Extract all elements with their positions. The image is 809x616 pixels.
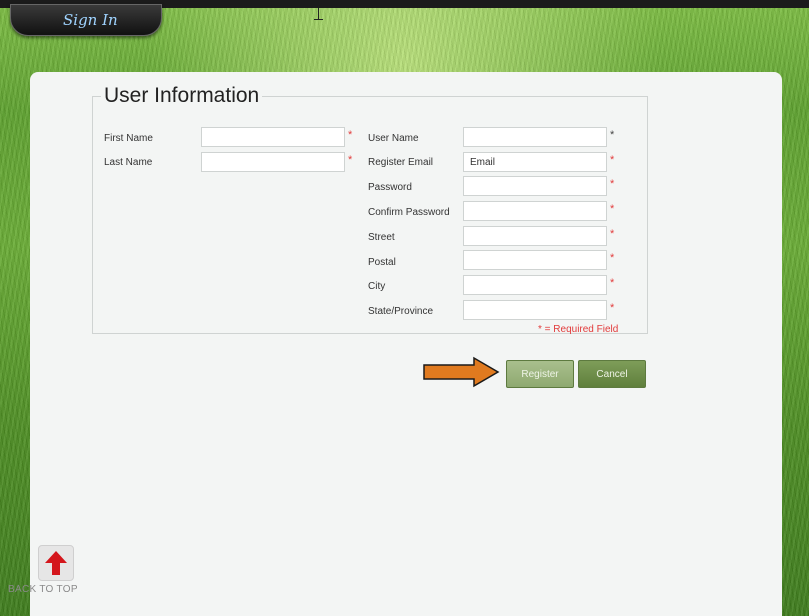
registration-panel: User Information First Name * Last Name … [30, 72, 782, 616]
confirm-password-input[interactable] [463, 201, 607, 221]
back-to-top-label[interactable]: BACK TO TOP [8, 584, 78, 595]
required-star: * [348, 129, 353, 141]
street-label: Street [368, 232, 395, 243]
signin-label: Sign In [63, 11, 118, 29]
signin-tab[interactable]: Sign In [10, 4, 162, 36]
up-arrow-icon [45, 551, 67, 575]
first-name-label: First Name [104, 133, 153, 144]
register-email-label: Register Email [368, 157, 434, 168]
city-input[interactable] [463, 275, 607, 295]
required-star: * [610, 228, 615, 240]
user-name-input[interactable] [463, 127, 607, 147]
required-star: * [610, 129, 615, 141]
user-name-label: User Name [368, 133, 419, 144]
required-star: * [348, 154, 353, 166]
right-arrow-icon [423, 356, 500, 388]
register-button[interactable]: Register [506, 360, 574, 388]
required-star: * [610, 203, 615, 215]
section-title: User Information [104, 84, 260, 107]
first-name-input[interactable] [201, 127, 345, 147]
back-to-top-button[interactable] [38, 545, 74, 581]
password-label: Password [368, 182, 412, 193]
last-name-input[interactable] [201, 152, 345, 172]
required-star: * [610, 277, 615, 289]
text-cursor-icon [314, 8, 323, 20]
password-input[interactable] [463, 176, 607, 196]
last-name-label: Last Name [104, 157, 153, 168]
postal-input[interactable] [463, 250, 607, 270]
required-field-note: * = Required Field [538, 324, 619, 335]
street-input[interactable] [463, 226, 607, 246]
register-email-input[interactable] [463, 152, 607, 172]
confirm-password-label: Confirm Password [368, 207, 450, 218]
required-star: * [610, 154, 615, 166]
city-label: City [368, 281, 386, 292]
required-star: * [610, 252, 615, 264]
state-province-label: State/Province [368, 306, 434, 317]
postal-label: Postal [368, 257, 396, 268]
cancel-button[interactable]: Cancel [578, 360, 646, 388]
required-star: * [610, 302, 615, 314]
required-star: * [610, 178, 615, 190]
state-province-input[interactable] [463, 300, 607, 320]
